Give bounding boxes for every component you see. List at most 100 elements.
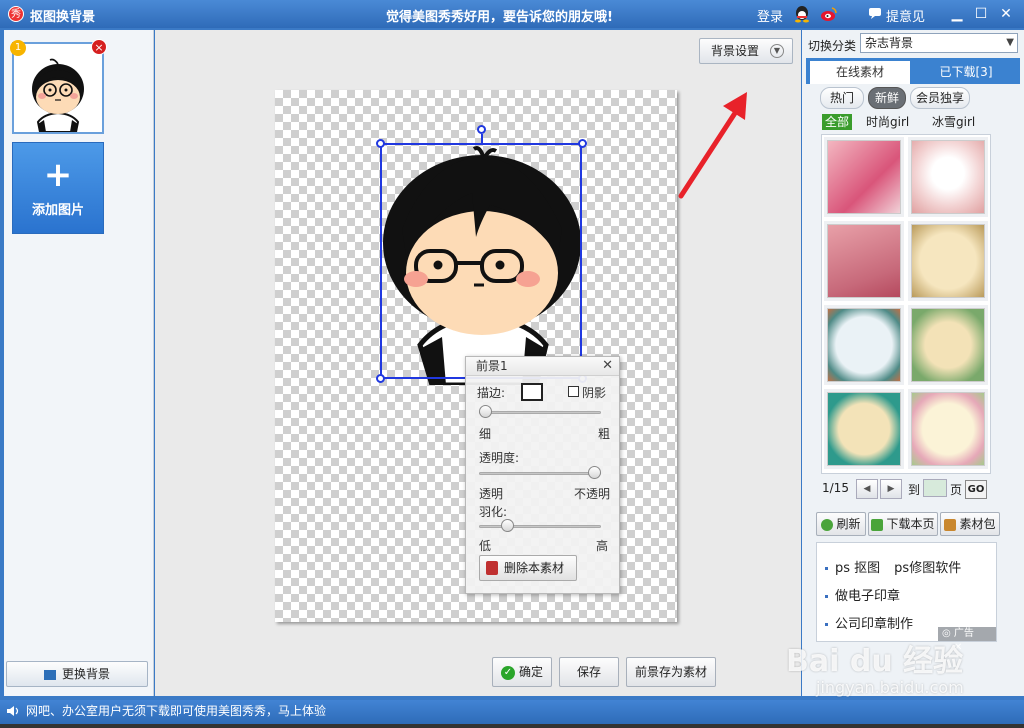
thick-label: 粗 xyxy=(598,427,611,441)
material-image xyxy=(827,392,901,466)
image-thumbnail[interactable]: 1 × xyxy=(10,39,107,134)
material-image xyxy=(911,224,985,298)
add-image-label: 添加图片 xyxy=(31,203,84,218)
selection-box[interactable] xyxy=(380,143,582,379)
subtab-members[interactable]: 会员独享 xyxy=(910,87,970,109)
ad-link[interactable]: 公司印章制作 xyxy=(825,613,913,632)
close-panel-icon[interactable]: ✕ xyxy=(602,358,613,373)
next-page-button[interactable]: ▶ xyxy=(880,479,902,499)
background-settings-label: 背景设置 xyxy=(711,44,760,58)
save-label: 保存 xyxy=(576,665,601,679)
speaker-icon xyxy=(7,706,19,716)
bottom-edge xyxy=(0,724,1024,728)
change-background-button[interactable]: 更换背景 xyxy=(6,661,148,687)
tab-online-materials[interactable]: 在线素材 xyxy=(810,61,910,84)
stroke-slider-knob[interactable] xyxy=(479,405,492,418)
subtab-hot[interactable]: 热门 xyxy=(820,87,864,109)
filter-fashion-girl[interactable]: 时尚girl xyxy=(866,114,909,130)
delete-material-button[interactable]: 删除本素材 xyxy=(479,555,577,581)
material-image xyxy=(911,392,985,466)
page-label: 页 xyxy=(950,483,963,497)
transparent-label: 透明 xyxy=(479,487,504,501)
refresh-button[interactable]: 刷新 xyxy=(816,512,866,536)
filter-all[interactable]: 全部 xyxy=(822,114,853,130)
editor-area: 背景设置 ▼ 前景1 ✕ 描边: 阴影 细 粗 透明度: 透明 不透明 羽化: … xyxy=(155,30,801,696)
save-button[interactable]: 保存 xyxy=(559,657,619,687)
feedback-link[interactable]: 提意见 xyxy=(868,6,925,25)
filter-snow-girl[interactable]: 冰雪girl xyxy=(932,114,975,130)
download-icon xyxy=(871,518,884,531)
material-panel: 切换分类 杂志背景 ▼ 在线素材 已下载[3] 热门 新鲜 会员独享 全部 时尚… xyxy=(802,30,1024,696)
thin-label: 细 xyxy=(479,427,492,441)
page-number-input[interactable] xyxy=(923,479,947,497)
opacity-slider-track[interactable] xyxy=(479,472,601,475)
material-thumbnail[interactable] xyxy=(908,137,988,217)
category-select[interactable]: 杂志背景 ▼ xyxy=(860,33,1018,53)
rotate-handle-stem xyxy=(481,134,483,144)
ad-link[interactable]: ps 抠图 ps修图软件 xyxy=(825,557,961,576)
status-message[interactable]: 网吧、办公室用户无须下载即可使用美图秀秀，马上体验 xyxy=(26,704,326,718)
prev-page-button[interactable]: ◀ xyxy=(856,479,878,499)
material-thumbnail[interactable] xyxy=(908,389,988,469)
maximize-button[interactable]: ☐ xyxy=(971,4,991,24)
qq-icon[interactable] xyxy=(794,5,810,23)
confirm-button[interactable]: ✓ 确定 xyxy=(492,657,552,687)
download-page-button[interactable]: 下载本页 xyxy=(868,512,938,536)
app-window: 秀 抠图换背景 觉得美图秀秀好用，要告诉您的朋友哦! 登录 提意见 ▁ ☐ ✕ xyxy=(0,0,1024,728)
confirm-label: 确定 xyxy=(518,665,543,679)
weibo-icon[interactable] xyxy=(820,5,838,23)
page-indicator: 1/15 xyxy=(822,481,849,495)
save-foreground-button[interactable]: 前景存为素材 xyxy=(626,657,716,687)
resize-handle-top-left[interactable] xyxy=(376,139,385,148)
material-grid xyxy=(821,134,991,474)
plus-icon: + xyxy=(43,155,73,195)
material-image xyxy=(911,140,985,214)
ad-box: ps 抠图 ps修图软件 做电子印章 公司印章制作 ◎ 广告 ✕ xyxy=(816,542,997,653)
subtab-new[interactable]: 新鲜 xyxy=(868,87,906,109)
material-thumbnail[interactable] xyxy=(824,221,904,301)
thumbnail-image xyxy=(14,44,102,133)
bullet-icon xyxy=(825,595,828,598)
ad-link[interactable]: 做电子印章 xyxy=(825,585,900,604)
rotate-handle[interactable] xyxy=(477,125,486,134)
tab-downloaded[interactable]: 已下载[3] xyxy=(916,61,1016,84)
resize-handle-bottom-left[interactable] xyxy=(376,374,385,383)
background-settings-button[interactable]: 背景设置 ▼ xyxy=(699,38,793,64)
material-pack-button[interactable]: 素材包 xyxy=(940,512,1000,536)
opacity-slider-knob[interactable] xyxy=(588,466,601,479)
add-image-button[interactable]: + 添加图片 xyxy=(12,142,104,234)
close-ad-icon[interactable]: ✕ xyxy=(954,642,962,653)
material-image xyxy=(911,308,985,382)
trash-icon xyxy=(486,561,498,575)
package-icon xyxy=(944,518,957,531)
high-label: 高 xyxy=(596,539,609,553)
login-link[interactable]: 登录 xyxy=(757,6,783,25)
stroke-color-swatch[interactable] xyxy=(521,383,543,401)
shadow-checkbox[interactable] xyxy=(568,386,579,397)
picture-icon xyxy=(43,669,56,680)
stroke-label: 描边: xyxy=(477,386,506,400)
bullet-icon xyxy=(825,623,828,626)
material-tabs: 在线素材 已下载[3] xyxy=(806,58,1020,84)
close-button[interactable]: ✕ xyxy=(996,4,1016,24)
feather-slider-track[interactable] xyxy=(479,525,601,528)
change-background-label: 更换背景 xyxy=(61,667,110,681)
minimize-button[interactable]: ▁ xyxy=(947,4,967,24)
app-logo-icon: 秀 xyxy=(8,6,24,22)
stroke-slider-track[interactable] xyxy=(479,411,601,414)
slogan-text: 觉得美图秀秀好用，要告诉您的朋友哦! xyxy=(386,10,613,25)
material-thumbnail[interactable] xyxy=(824,137,904,217)
title-bar: 秀 抠图换背景 觉得美图秀秀好用，要告诉您的朋友哦! 登录 提意见 ▁ ☐ ✕ xyxy=(0,0,1024,28)
status-bar: 网吧、办公室用户无须下载即可使用美图秀秀，马上体验 xyxy=(0,700,1024,724)
material-thumbnail[interactable] xyxy=(824,305,904,385)
material-thumbnail[interactable] xyxy=(908,221,988,301)
remove-thumbnail-icon[interactable]: × xyxy=(91,39,107,55)
feather-label: 羽化: xyxy=(479,505,508,519)
ad-tag[interactable]: ◎ 广告 ✕ xyxy=(938,627,996,653)
delete-material-label: 删除本素材 xyxy=(504,561,565,575)
feather-slider-knob[interactable] xyxy=(500,519,514,532)
material-thumbnail[interactable] xyxy=(908,305,988,385)
resize-handle-top-right[interactable] xyxy=(578,139,587,148)
go-button[interactable]: GO xyxy=(965,480,987,499)
material-thumbnail[interactable] xyxy=(824,389,904,469)
